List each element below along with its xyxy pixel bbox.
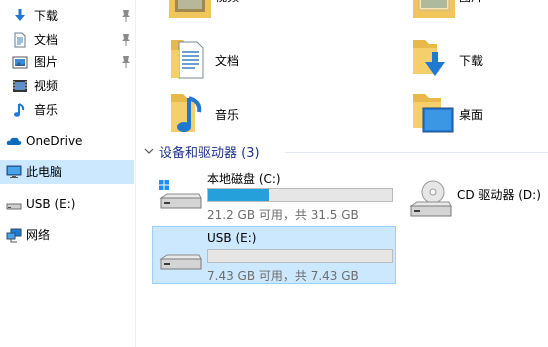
cloud-icon	[6, 137, 22, 145]
cd-drive-icon	[409, 180, 452, 217]
drive-name: USB (E:)	[207, 231, 257, 245]
picture-icon	[12, 56, 28, 69]
sidebar-item-label: 此电脑	[26, 165, 63, 179]
music-note-icon	[14, 103, 25, 117]
sidebar-item-label: 网络	[26, 228, 51, 242]
drive-tile-d[interactable]: CD 驱动器 (D:)	[403, 172, 548, 230]
group-divider	[285, 152, 548, 153]
chevron-down-icon[interactable]	[143, 145, 155, 157]
folder-tile-documents[interactable]: 文档	[167, 34, 397, 84]
video-folder-icon	[169, 0, 211, 18]
content-pane: 视频 图片 文档 下载	[137, 0, 548, 347]
sidebar-item-usb[interactable]: USB (E:)	[0, 192, 134, 216]
sidebar-item-label: 下载	[34, 9, 59, 23]
folder-tile-videos[interactable]: 视频	[167, 0, 397, 20]
folder-label: 下载	[459, 54, 484, 68]
sidebar-item-documents[interactable]: 文档	[0, 28, 134, 52]
folder-tile-desktop[interactable]: 桌面	[411, 88, 548, 138]
sidebar-item-downloads[interactable]: 下载	[0, 4, 134, 28]
music-folder-icon	[171, 94, 202, 132]
drive-usage-bar	[207, 188, 393, 202]
devices-group-header[interactable]: 设备和驱动器 (3)	[143, 142, 260, 161]
folder-tile-pictures[interactable]: 图片	[411, 0, 548, 20]
sidebar-item-network[interactable]: 网络	[0, 223, 134, 247]
usb-drive-icon	[159, 254, 202, 270]
group-title: 设备和驱动器 (3)	[159, 145, 260, 161]
pin-icon[interactable]	[120, 9, 132, 23]
drive-name: 本地磁盘 (C:)	[207, 172, 281, 186]
sidebar-item-pictures[interactable]: 图片	[0, 50, 134, 74]
folder-label: 文档	[215, 54, 240, 68]
usb-drive-icon	[6, 203, 22, 210]
windows-drive-icon	[159, 180, 202, 209]
sidebar-item-onedrive[interactable]: OneDrive	[0, 129, 134, 153]
drive-tile-c[interactable]: 本地磁盘 (C:) 21.2 GB 可用，共 31.5 GB	[153, 166, 397, 224]
downloads-folder-icon	[413, 40, 445, 76]
drive-free-space: 21.2 GB 可用，共 31.5 GB	[207, 208, 359, 222]
folder-label: 图片	[459, 0, 483, 5]
pictures-folder-icon	[413, 0, 455, 18]
folder-tile-downloads[interactable]: 下载	[411, 34, 548, 84]
pin-icon[interactable]	[120, 55, 132, 69]
download-arrow-icon	[15, 9, 25, 21]
sidebar-item-label: 图片	[34, 55, 59, 69]
desktop-folder-icon	[413, 94, 454, 133]
folder-label: 视频	[215, 0, 239, 5]
sidebar-item-this-pc[interactable]: 此电脑	[0, 160, 134, 184]
folder-label: 桌面	[459, 108, 484, 122]
video-icon	[13, 80, 27, 92]
folder-tile-music[interactable]: 音乐	[167, 88, 397, 138]
network-icon	[6, 228, 22, 243]
drive-name: CD 驱动器 (D:)	[457, 188, 541, 202]
sidebar-item-music[interactable]: 音乐	[0, 98, 134, 122]
folder-label: 音乐	[215, 108, 240, 122]
sidebar-item-label: OneDrive	[26, 134, 83, 148]
sidebar-item-label: USB (E:)	[26, 197, 76, 211]
sidebar-item-label: 视频	[34, 79, 59, 93]
computer-icon	[6, 165, 22, 178]
sidebar-item-videos[interactable]: 视频	[0, 74, 134, 98]
navigation-pane: 下载 文档 图片 视频 音乐 OneDrive 此电脑 USB (E:) 网络	[0, 0, 136, 347]
documents-folder-icon	[171, 40, 204, 79]
sidebar-item-label: 文档	[34, 33, 59, 47]
pin-icon[interactable]	[120, 33, 132, 47]
drive-usage-fill	[208, 189, 269, 201]
drive-tile-e[interactable]: USB (E:) 7.43 GB 可用，共 7.43 GB	[152, 226, 396, 284]
sidebar-item-label: 音乐	[34, 103, 59, 117]
drive-free-space: 7.43 GB 可用，共 7.43 GB	[207, 269, 359, 283]
document-icon	[14, 32, 26, 48]
drive-usage-bar	[207, 249, 393, 263]
